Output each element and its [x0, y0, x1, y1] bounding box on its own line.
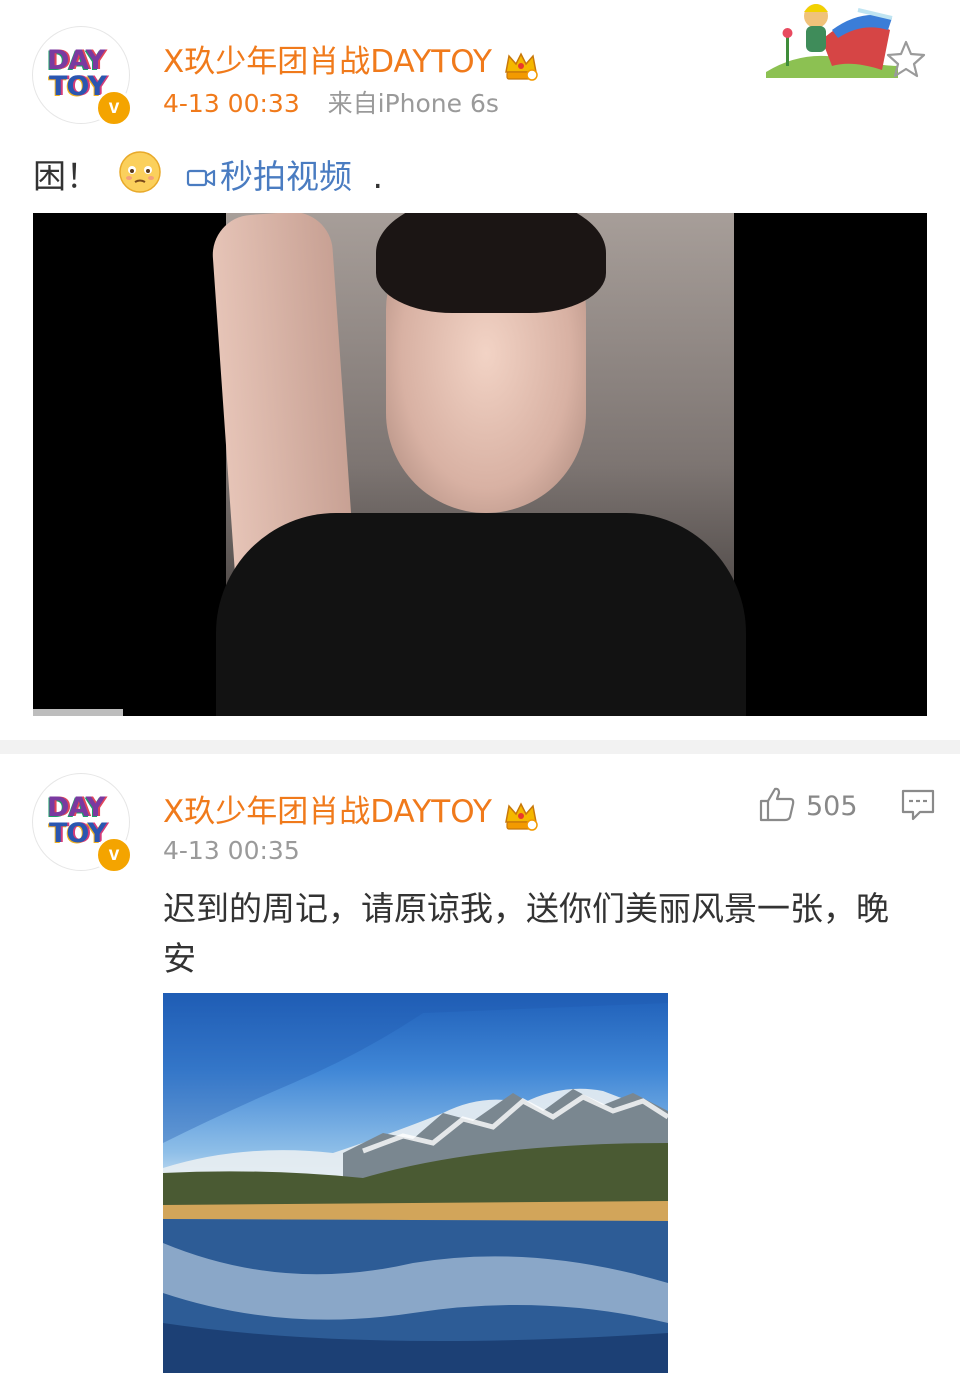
- video-frame: [210, 213, 746, 716]
- sad-face-emoji-icon: [118, 150, 162, 206]
- username[interactable]: X玖少年团肖战DAYTOY: [163, 44, 492, 80]
- username[interactable]: X玖少年团肖战DAYTOY: [163, 794, 492, 830]
- post-divider: [0, 740, 960, 754]
- comment-icon[interactable]: [900, 788, 936, 826]
- video-shirt: [216, 513, 746, 716]
- post-meta: 4-13 00:35: [163, 836, 300, 865]
- like-count: 505: [806, 791, 858, 822]
- avatar-logo-line2: TOY: [49, 818, 107, 849]
- video-link[interactable]: 秒拍视频: [186, 157, 363, 196]
- video-progress-bar[interactable]: [33, 709, 123, 716]
- thumbs-up-icon: [758, 786, 796, 829]
- post-meta: 4-13 00:33 来自iPhone 6s: [163, 84, 499, 120]
- video-camera-icon: [186, 155, 216, 201]
- post-text-line2: 安: [163, 939, 196, 978]
- crown-badge-icon[interactable]: [503, 50, 539, 86]
- video-link-label: 秒拍视频: [220, 156, 352, 196]
- verified-badge-icon: v: [95, 89, 133, 127]
- post-text-line1: 迟到的周记，请原谅我，送你们美丽风景一张，晚: [163, 889, 889, 928]
- avatar[interactable]: DAY TOY v: [33, 27, 133, 127]
- avatar-logo-line2: TOY: [49, 71, 107, 102]
- post-text-suffix: .: [372, 156, 384, 196]
- video-hair: [376, 213, 606, 313]
- video-player[interactable]: [33, 213, 927, 716]
- avatar-logo-line1: DAY: [47, 45, 105, 76]
- post-image[interactable]: [163, 993, 668, 1373]
- crown-badge-icon[interactable]: [503, 800, 539, 836]
- card-decoration: [762, 0, 898, 78]
- post-source: 来自iPhone 6s: [327, 89, 499, 118]
- like-button[interactable]: 505: [758, 786, 858, 829]
- post-time: 4-13 00:33: [163, 89, 300, 118]
- avatar[interactable]: DAY TOY v: [33, 774, 133, 874]
- post-header: X玖少年团肖战DAYTOY: [163, 786, 539, 836]
- post-header: X玖少年团肖战DAYTOY: [163, 36, 539, 86]
- post-time: 4-13 00:35: [163, 836, 300, 865]
- post-text: 困！ 秒拍视频 .: [33, 150, 383, 206]
- verified-badge-icon: v: [95, 836, 133, 874]
- post-text: 迟到的周记，请原谅我，送你们美丽风景一张，晚 安: [163, 884, 889, 984]
- avatar-logo-line1: DAY: [47, 792, 105, 823]
- star-icon[interactable]: [886, 40, 926, 82]
- post-text-prefix: 困！: [33, 156, 99, 196]
